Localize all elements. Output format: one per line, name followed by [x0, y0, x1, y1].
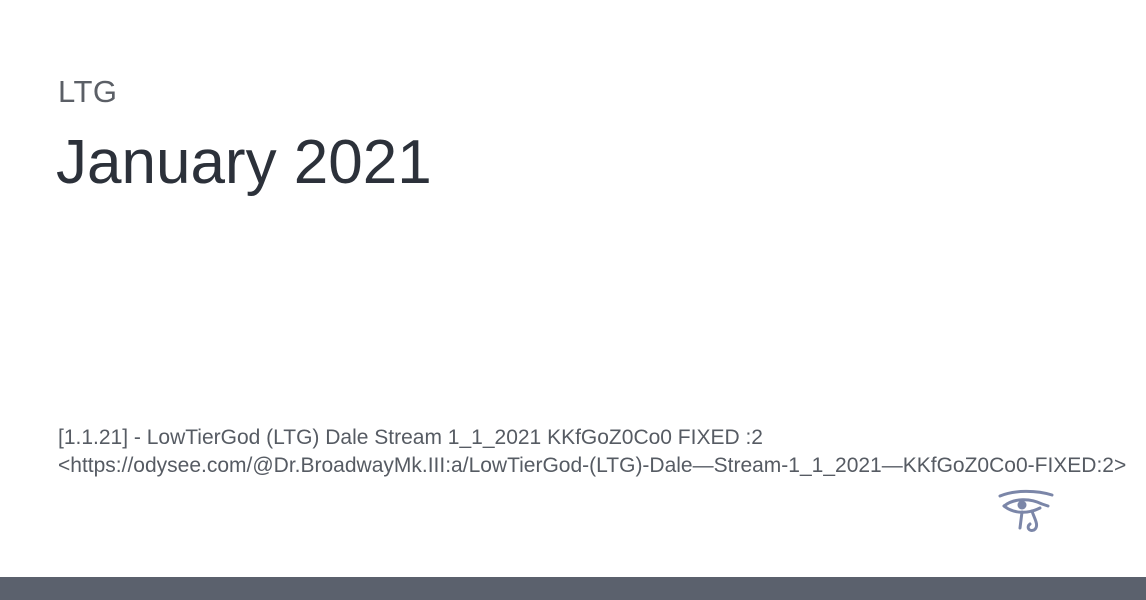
excerpt-line-2: <https://odysee.com/@Dr.BroadwayMk.III:a… [58, 454, 1127, 477]
eye-of-horus-icon [996, 488, 1056, 534]
excerpt-line-1: [1.1.21] - LowTierGod (LTG) Dale Stream … [58, 426, 763, 449]
preview-card: LTG January 2021 [1.1.21] - LowTierGod (… [0, 0, 1146, 600]
page-title: January 2021 [56, 128, 432, 197]
page-excerpt: [1.1.21] - LowTierGod (LTG) Dale Stream … [58, 424, 1146, 480]
site-name: LTG [58, 74, 118, 109]
bottom-bar [0, 577, 1146, 600]
